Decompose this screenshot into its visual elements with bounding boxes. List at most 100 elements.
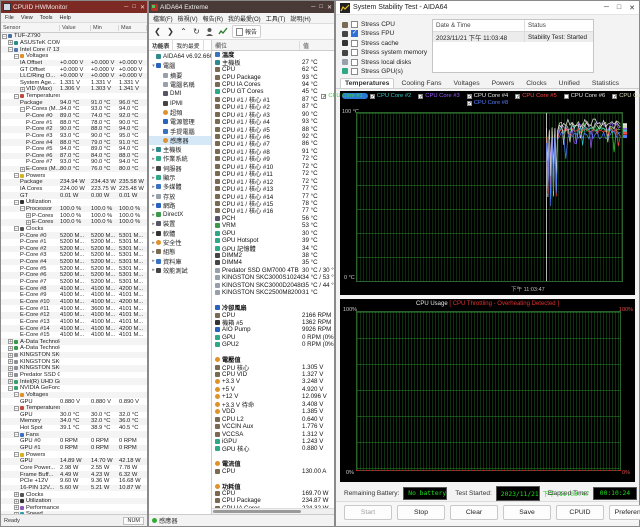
table-row[interactable]: Package 234.94 W 234.43 W 235.58 W <box>1 179 147 186</box>
sensor-row[interactable]: CPU Package 234.87 W <box>212 497 334 504</box>
sensor-row[interactable]: +3.3 V 待命 3.408 V <box>212 401 334 409</box>
column-field[interactable]: 欄位 <box>212 40 300 50</box>
table-row[interactable]: + Intel(R) UHD Gra... <box>1 378 147 385</box>
collapse-icon[interactable]: − <box>8 47 13 53</box>
menu-item[interactable]: 檢視(V) <box>178 14 198 23</box>
tab-unified[interactable]: Unified <box>554 78 585 88</box>
section-header-row[interactable]: 功耗值 <box>212 482 334 491</box>
table-row[interactable]: Frame Buff... 4.49 W 4.23 W 6.32 W <box>1 471 147 478</box>
minimize-icon[interactable]: ─ <box>124 4 128 11</box>
table-row[interactable]: − Intel Core i7 1370... <box>1 46 147 53</box>
collapse-icon[interactable]: − <box>14 452 19 458</box>
collapse-icon[interactable]: − <box>14 53 19 59</box>
expand-icon[interactable]: + <box>8 359 13 365</box>
table-row[interactable]: P-Core #4 5200 M... 5200 M... 5301 M... <box>1 258 147 266</box>
menu-item[interactable]: 說明(H) <box>290 14 310 23</box>
stress-option[interactable]: Stress local disks <box>342 58 430 67</box>
tab-favorites[interactable]: 我的最愛 <box>173 40 204 50</box>
legend-item[interactable]: ✓ CPU Core #4 <box>466 93 508 99</box>
sidebar-item-網路[interactable]: ▸ 網路 <box>149 201 211 210</box>
sensor-row[interactable]: CPU #1 / 核心 #16 77 °C <box>212 207 334 215</box>
table-row[interactable]: E-Core #14 4100 M... 4100 M... 4200 M... <box>1 325 147 332</box>
table-row[interactable]: + VID (Max) 1.306 V 1.303 V 1.341 V <box>1 86 147 93</box>
scrollbar-thumb[interactable] <box>213 510 301 513</box>
table-row[interactable]: Core Power... 2.98 W 2.55 W 7.78 W <box>1 465 147 472</box>
collapse-icon[interactable]: − <box>8 385 13 391</box>
table-row[interactable]: P-Core #2 90.0 °C 88.0 °C 94.0 °C <box>1 125 147 133</box>
table-row[interactable]: − P-Cores (M... 94.0 °C 93.0 °C 94.0 °C <box>1 106 147 113</box>
log-column-status[interactable]: Status <box>525 22 546 29</box>
checkbox-checked[interactable]: ✓ <box>466 93 472 99</box>
legend-item[interactable]: ✓ CPU Core #5 <box>515 93 557 99</box>
minimize-icon[interactable]: ─ <box>604 4 609 12</box>
expand-icon[interactable]: + <box>8 365 13 371</box>
horizontal-scrollbar[interactable] <box>212 508 334 514</box>
sensor-row[interactable]: CPU 核心 1.305 V <box>212 363 334 372</box>
stress-option[interactable]: Stress cache <box>342 39 430 48</box>
up-icon[interactable]: ⌃ <box>179 27 188 36</box>
table-row[interactable]: GPU 0.880 V 0.880 V 0.890 V <box>1 398 147 405</box>
stress-option[interactable]: Stress GPU(s) <box>342 67 430 76</box>
table-row[interactable]: IA Offset +0.000 V +0.000 V +0.000 V <box>1 59 147 67</box>
checkbox-unchecked[interactable] <box>563 93 569 99</box>
table-row[interactable]: + A-Data Technolo... <box>1 345 147 352</box>
sensor-row[interactable]: AIO Pump 9926 RPM <box>212 326 334 333</box>
table-row[interactable]: P-Core #5 5200 M... 5200 M... 5301 M... <box>1 265 147 272</box>
table-row[interactable]: Package 94.0 °C 91.0 °C 96.0 °C <box>1 99 147 107</box>
sensor-row[interactable]: KINGSTON SKC3000D2048G35 °C / 44 °C <box>212 282 334 289</box>
sensor-row[interactable]: GPU 30 °C <box>212 230 334 237</box>
checkbox-unchecked[interactable] <box>351 58 358 66</box>
save-button[interactable]: Save <box>503 504 551 520</box>
sensor-row[interactable]: DIMM4 35 °C <box>212 259 334 266</box>
table-row[interactable]: P-Core #7 5200 M... 5200 M... 5301 M... <box>1 279 147 286</box>
user-icon[interactable] <box>205 27 214 36</box>
maximize-icon[interactable]: □ <box>617 4 621 12</box>
sensor-row[interactable]: GPU 記憶體 34 °C <box>212 244 334 253</box>
collapse-icon[interactable]: − <box>14 93 19 99</box>
table-row[interactable]: + Utilization <box>1 497 147 505</box>
sensor-row[interactable]: VCCIN Aux 1.776 V <box>212 423 334 430</box>
table-row[interactable]: System Age... 1.331 V 1.331 V 1.331 V <box>1 79 147 86</box>
table-row[interactable]: − Utilization <box>1 199 147 206</box>
table-row[interactable]: P-Core #1 5200 M... 5200 M... 5301 M... <box>1 239 147 246</box>
section-header-row[interactable]: 電流值 <box>212 460 334 468</box>
menu-item-file[interactable]: File <box>5 15 14 21</box>
tab-voltages[interactable]: Voltages <box>449 78 485 88</box>
table-row[interactable]: P-Core #4 88.0 °C 79.0 °C 91.0 °C <box>1 139 147 146</box>
sensor-row[interactable]: CPU 130.00 A <box>212 468 334 475</box>
collapse-icon[interactable]: − <box>14 405 19 411</box>
sidebar-item-伺服器[interactable]: ▸ 伺服器 <box>149 164 211 173</box>
table-row[interactable]: P-Core #2 5200 M... 5200 M... 5301 M... <box>1 245 147 253</box>
sidebar-item-多媒體[interactable]: ▸ 多媒體 <box>149 182 211 192</box>
table-row[interactable]: LLC/Ring O... +0.000 V +0.000 V +0.000 V <box>1 72 147 80</box>
table-row[interactable]: + KINGSTON SKC2... <box>1 365 147 372</box>
sidebar-item-效能測試[interactable]: ▸ 效能測試 <box>149 266 211 275</box>
stop-button[interactable]: Stop <box>397 504 445 520</box>
table-row[interactable]: + Clocks <box>1 491 147 498</box>
chart-icon[interactable] <box>218 27 228 36</box>
column-value[interactable]: 值 <box>300 41 334 50</box>
expand-icon[interactable]: + <box>8 352 13 358</box>
sensor-row[interactable]: 主機板 27 °C <box>212 58 334 67</box>
column-max[interactable]: Max <box>119 24 147 31</box>
checkbox-checked[interactable]: ✓ <box>351 30 358 38</box>
sensor-row[interactable]: +3.3 V 3.248 V <box>212 378 334 385</box>
checkbox-checked[interactable]: ✓ <box>515 93 520 99</box>
table-row[interactable]: + KINGSTON SKC3... <box>1 358 147 365</box>
hwmonitor-column-headers[interactable]: Sensor Value Min Max <box>1 23 147 33</box>
sidebar-item-組態[interactable]: ▸ 組態 <box>149 247 211 257</box>
checkbox-checked[interactable]: ✓ <box>466 100 472 106</box>
back-icon[interactable]: ❮ <box>153 27 162 36</box>
cpuid-button[interactable]: CPUID <box>556 504 604 520</box>
checkbox-unchecked[interactable] <box>351 39 358 47</box>
table-row[interactable]: Hot Spot 39.1 °C 38.9 °C 40.5 °C <box>1 425 147 432</box>
table-row[interactable]: Memory 34.0 °C 32.0 °C 36.0 °C <box>1 418 147 425</box>
tab-powers[interactable]: Powers <box>487 78 520 88</box>
collapse-icon[interactable]: − <box>2 33 7 39</box>
table-row[interactable]: + E-Cores 100.0 % 100.0 % 100.0 % <box>1 218 147 226</box>
menu-item-view[interactable]: View <box>21 15 33 21</box>
sensor-row[interactable]: +5 V 4.920 V <box>212 386 334 393</box>
sensor-row[interactable]: CPU Package 93 °C <box>212 73 334 81</box>
hwmonitor-titlebar[interactable]: CPUID HWMonitor ─ □ ✕ <box>1 1 147 13</box>
table-row[interactable]: + P-Cores 100.0 % 100.0 % 100.0 % <box>1 212 147 219</box>
